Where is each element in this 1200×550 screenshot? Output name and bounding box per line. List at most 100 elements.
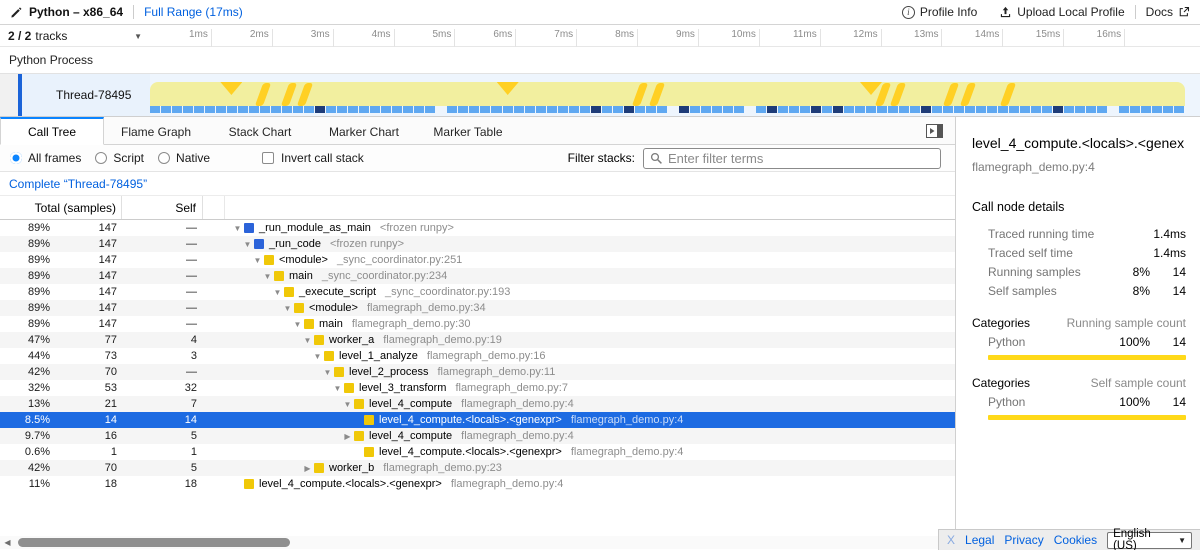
twisty-open-icon[interactable]: ▼ bbox=[311, 352, 324, 361]
category-icon-python bbox=[264, 255, 274, 265]
track-thread[interactable]: Thread-78495 bbox=[0, 74, 1200, 117]
footer-link-legal[interactable]: Legal bbox=[965, 533, 994, 547]
column-total-samples[interactable]: Total (samples) bbox=[0, 196, 122, 219]
tree-row[interactable]: 11%1818level_4_compute.<locals>.<genexpr… bbox=[0, 476, 955, 492]
tab-marker-chart[interactable]: Marker Chart bbox=[312, 117, 416, 144]
sample-square bbox=[569, 106, 579, 113]
scroll-left-arrow[interactable]: ◀ bbox=[0, 538, 15, 547]
radio-all-frames[interactable]: All frames bbox=[10, 151, 81, 165]
tree-row[interactable]: 42%70—▼level_2_processflamegraph_demo.py… bbox=[0, 364, 955, 380]
invert-call-stack-checkbox[interactable]: Invert call stack bbox=[262, 151, 364, 165]
cell-tree: ▼worker_aflamegraph_demo.py:19 bbox=[225, 334, 955, 346]
function-name: level_4_compute bbox=[369, 430, 452, 442]
twisty-open-icon[interactable]: ▼ bbox=[261, 272, 274, 281]
cell-tree: ▼level_1_analyzeflamegraph_demo.py:16 bbox=[225, 350, 955, 362]
tree-row[interactable]: 89%147—▼_run_code<frozen runpy> bbox=[0, 236, 955, 252]
cell-total: 89%147 bbox=[0, 254, 122, 266]
sidebar-toggle-button[interactable] bbox=[926, 124, 943, 138]
tab-call-tree[interactable]: Call Tree bbox=[0, 117, 104, 145]
cell-total-percent: 89% bbox=[0, 222, 50, 234]
cell-self: — bbox=[122, 302, 203, 314]
radio-script[interactable]: Script bbox=[95, 151, 144, 165]
filter-input-box bbox=[643, 148, 941, 169]
twisty-closed-icon[interactable]: ▶ bbox=[341, 432, 354, 441]
column-self[interactable]: Self bbox=[122, 196, 203, 219]
language-select[interactable]: English (US) ▼ bbox=[1107, 532, 1192, 549]
scrollbar-track[interactable] bbox=[15, 536, 940, 549]
ruler-tick-label: 6ms bbox=[493, 29, 512, 40]
sidebar: level_4_compute.<locals>.<genex… flamegr… bbox=[955, 117, 1200, 550]
cell-total-percent: 89% bbox=[0, 302, 50, 314]
sample-square bbox=[1086, 106, 1096, 113]
category-name: Python bbox=[972, 335, 1110, 349]
profile-name-button[interactable]: Python – x86_64 bbox=[10, 5, 123, 19]
tree-row[interactable]: 47%774▼worker_aflamegraph_demo.py:19 bbox=[0, 332, 955, 348]
tree-row[interactable]: 89%147—▼_execute_script_sync_coordinator… bbox=[0, 284, 955, 300]
tree-row[interactable]: 89%147—▼_run_module_as_main<frozen runpy… bbox=[0, 220, 955, 236]
twisty-open-icon[interactable]: ▼ bbox=[241, 240, 254, 249]
twisty-closed-icon[interactable]: ▶ bbox=[301, 464, 314, 473]
cell-total-percent: 89% bbox=[0, 286, 50, 298]
footer-dismiss-link[interactable]: X bbox=[947, 533, 955, 547]
tab-flame-graph[interactable]: Flame Graph bbox=[104, 117, 208, 144]
tracks-dropdown[interactable]: 2 / 2 tracks ▼ bbox=[0, 25, 150, 47]
sample-square bbox=[888, 106, 898, 113]
detail-value: 1.4ms bbox=[1150, 227, 1186, 241]
tree-row[interactable]: 89%147—▼<module>_sync_coordinator.py:251 bbox=[0, 252, 955, 268]
twisty-open-icon[interactable]: ▼ bbox=[321, 368, 334, 377]
filter-stacks-input[interactable] bbox=[668, 151, 934, 166]
cell-total: 32%53 bbox=[0, 382, 122, 394]
docs-link[interactable]: Docs bbox=[1146, 5, 1190, 19]
upload-profile-button[interactable]: Upload Local Profile bbox=[999, 5, 1124, 19]
sample-square bbox=[877, 106, 887, 113]
tree-row[interactable]: 13%217▼level_4_computeflamegraph_demo.py… bbox=[0, 396, 955, 412]
category-bar bbox=[988, 415, 1186, 420]
twisty-open-icon[interactable]: ▼ bbox=[231, 224, 244, 233]
cell-total-percent: 13% bbox=[0, 398, 50, 410]
sample-square bbox=[811, 106, 821, 113]
twisty-open-icon[interactable]: ▼ bbox=[251, 256, 264, 265]
twisty-open-icon[interactable]: ▼ bbox=[301, 336, 314, 345]
scrollbar-thumb[interactable] bbox=[18, 538, 290, 547]
cell-total-percent: 89% bbox=[0, 270, 50, 282]
full-range-link[interactable]: Full Range (17ms) bbox=[144, 5, 243, 19]
file-location: flamegraph_demo.py:4 bbox=[451, 478, 564, 490]
twisty-open-icon[interactable]: ▼ bbox=[271, 288, 284, 297]
footer-link-cookies[interactable]: Cookies bbox=[1054, 533, 1097, 547]
ruler-tick-label: 2ms bbox=[250, 29, 269, 40]
category-icon-python bbox=[324, 351, 334, 361]
track-python-process[interactable]: Python Process bbox=[0, 47, 1200, 74]
ruler-tick: 9ms bbox=[698, 29, 699, 47]
twisty-open-icon[interactable]: ▼ bbox=[331, 384, 344, 393]
footer-link-privacy[interactable]: Privacy bbox=[1004, 533, 1043, 547]
tab-stack-chart[interactable]: Stack Chart bbox=[208, 117, 312, 144]
profile-info-button[interactable]: i Profile Info bbox=[902, 5, 977, 19]
sample-square bbox=[976, 106, 986, 113]
cell-tree: ▼mainflamegraph_demo.py:30 bbox=[225, 318, 955, 330]
sample-square bbox=[447, 106, 457, 113]
tree-row[interactable]: 89%147—▼main_sync_coordinator.py:234 bbox=[0, 268, 955, 284]
sample-square bbox=[899, 106, 909, 113]
tree-row[interactable]: 9.7%165▶level_4_computeflamegraph_demo.p… bbox=[0, 428, 955, 444]
tab-marker-table[interactable]: Marker Table bbox=[416, 117, 520, 144]
twisty-open-icon[interactable]: ▼ bbox=[281, 304, 294, 313]
tree-row[interactable]: 42%705▶worker_bflamegraph_demo.py:23 bbox=[0, 460, 955, 476]
thread-track-graph[interactable] bbox=[150, 82, 1185, 113]
twisty-open-icon[interactable]: ▼ bbox=[291, 320, 304, 329]
tree-row[interactable]: 89%147—▼mainflamegraph_demo.py:30 bbox=[0, 316, 955, 332]
tree-row[interactable]: 44%733▼level_1_analyzeflamegraph_demo.py… bbox=[0, 348, 955, 364]
tree-row[interactable]: 89%147—▼<module>flamegraph_demo.py:34 bbox=[0, 300, 955, 316]
twisty-open-icon[interactable]: ▼ bbox=[341, 400, 354, 409]
complete-thread-link[interactable]: Complete “Thread-78495” bbox=[9, 177, 147, 191]
ruler-tick: 10ms bbox=[759, 29, 760, 47]
call-tree-settings: All frames Script Native Invert call stack… bbox=[0, 145, 955, 172]
thread-label: Thread-78495 bbox=[22, 74, 150, 116]
activity-mark bbox=[254, 83, 270, 106]
tree-row[interactable]: 32%5332▼level_3_transformflamegraph_demo… bbox=[0, 380, 955, 396]
radio-native[interactable]: Native bbox=[158, 151, 210, 165]
ruler-tick: 8ms bbox=[637, 29, 638, 47]
tree-row[interactable]: 8.5%1414level_4_compute.<locals>.<genexp… bbox=[0, 412, 955, 428]
sample-square bbox=[657, 106, 667, 113]
top-header: Python – x86_64 Full Range (17ms) i Prof… bbox=[0, 0, 1200, 25]
tree-row[interactable]: 0.6%11level_4_compute.<locals>.<genexpr>… bbox=[0, 444, 955, 460]
